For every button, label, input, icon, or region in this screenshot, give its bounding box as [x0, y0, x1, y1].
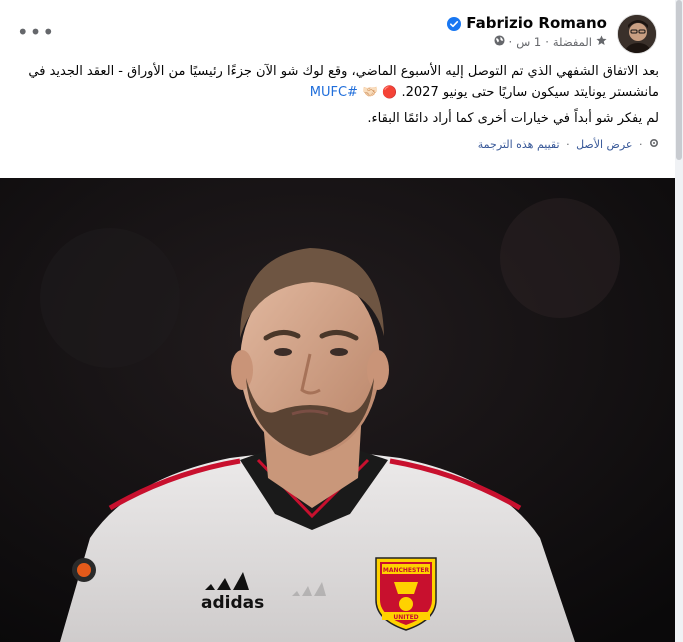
author-block: Fabrizio Romano المفضلة · 1 س ·: [447, 14, 607, 49]
hashtag-link[interactable]: #MUFC: [310, 85, 358, 100]
man-utd-crest: MANCHESTER UNITED: [375, 557, 437, 631]
scrollbar-thumb[interactable]: [676, 0, 682, 160]
svg-text:UNITED: UNITED: [393, 614, 418, 621]
globe-icon: [493, 35, 505, 49]
post-paragraph-1: بعد الاتفاق الشفهي الذي تم التوصل إليه ا…: [28, 64, 659, 100]
author-avatar[interactable]: [617, 14, 657, 54]
red-circle-emoji: 🔴: [382, 85, 398, 99]
favorites-star-icon: [596, 35, 607, 49]
svg-text:MANCHESTER: MANCHESTER: [383, 567, 430, 574]
post-paragraph-2: لم يفكر شو أبداً في خيارات أخرى كما أراد…: [367, 111, 659, 126]
meta-separator-1: ·: [545, 35, 549, 49]
handshake-emoji: 🤝🏻: [362, 85, 379, 100]
post-meta: المفضلة · 1 س ·: [447, 35, 607, 49]
meta-separator-2: ·: [508, 35, 513, 49]
post-text: بعد الاتفاق الشفهي الذي تم التوصل إليه ا…: [18, 62, 659, 155]
favorites-label[interactable]: المفضلة: [553, 35, 592, 49]
post-header: Fabrizio Romano المفضلة · 1 س · •••: [14, 10, 657, 58]
svg-text:adidas: adidas: [201, 593, 264, 613]
rate-translation-link[interactable]: تقييم هذه الترجمة: [478, 138, 560, 151]
translation-controls: · عرض الأصل · تقييم هذه الترجمة: [18, 135, 659, 155]
translate-gear-icon: [646, 138, 660, 151]
view-original-link[interactable]: عرض الأصل: [576, 138, 632, 151]
post-time[interactable]: 1 س: [516, 35, 541, 49]
post-photo[interactable]: adidas MANCHESTER UNITED: [0, 178, 675, 642]
author-name[interactable]: Fabrizio Romano: [466, 14, 607, 32]
more-options-button[interactable]: •••: [17, 20, 54, 44]
verified-badge-icon: [447, 16, 462, 31]
scrollbar[interactable]: [675, 0, 683, 642]
post-card: Fabrizio Romano المفضلة · 1 س · ••• بعد …: [0, 0, 675, 642]
